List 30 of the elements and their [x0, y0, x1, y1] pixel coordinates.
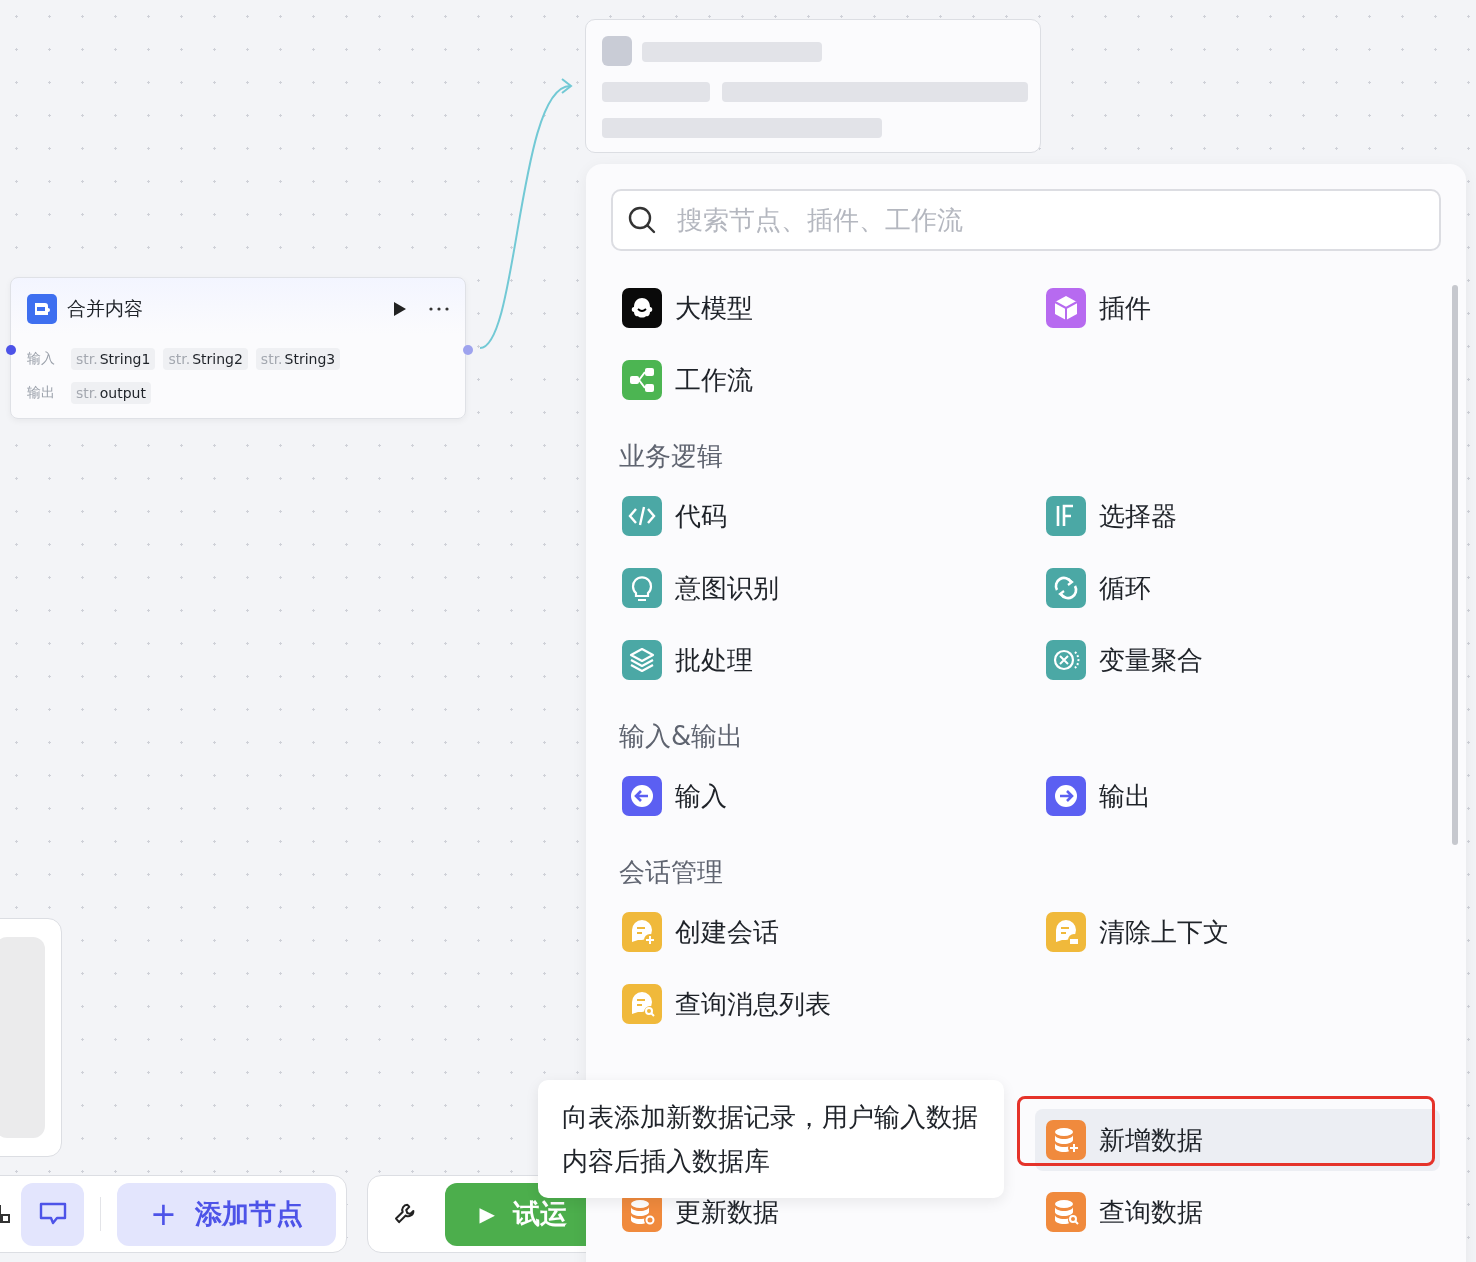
- variable-tag: str.output: [71, 382, 151, 404]
- node-type-item[interactable]: 代码: [611, 485, 1035, 547]
- node-type-item[interactable]: 新增数据: [1035, 1109, 1440, 1171]
- node-type-item[interactable]: 清除上下文: [1035, 901, 1440, 963]
- node-type-item[interactable]: 查询消息列表: [611, 973, 1035, 1035]
- add-node-button[interactable]: + 添加节点: [117, 1182, 336, 1246]
- search-field[interactable]: 搜索节点、插件、工作流: [611, 189, 1441, 251]
- section-title: 会话管理: [618, 856, 724, 889]
- variable-tag: str.String1: [71, 348, 156, 370]
- variable-tag: str.String3: [255, 348, 341, 370]
- node-type-item[interactable]: 循环: [1035, 557, 1440, 619]
- node-type-item[interactable]: 大模型: [611, 277, 1035, 339]
- node-type-item[interactable]: 插件: [1035, 277, 1440, 339]
- node-type-item[interactable]: 意图识别: [611, 557, 1035, 619]
- node-type-item[interactable]: 选择器: [1035, 485, 1440, 547]
- node-title: 合并内容: [67, 296, 144, 321]
- node-type-item[interactable]: 查询数据: [1035, 1181, 1440, 1243]
- outputs-label: 输出: [27, 384, 56, 402]
- node-type-item[interactable]: 批处理: [611, 629, 1035, 691]
- node-type-item[interactable]: 工作流: [611, 349, 1035, 411]
- node-card[interactable]: 合并内容 输入 str.String1 str.String2 str.String3 输出 str.output: [10, 277, 466, 419]
- section-title: 业务逻辑: [618, 440, 724, 473]
- node-type-item[interactable]: 输入: [611, 765, 1035, 827]
- node-type-item[interactable]: 创建会话: [611, 901, 1035, 963]
- variable-tag: str.String2: [163, 348, 248, 370]
- node-type-item[interactable]: 输出: [1035, 765, 1440, 827]
- tooltip: 向表添加新数据记录，用户输入数据内容后插入数据库: [538, 1080, 1004, 1198]
- section-title: 输入&输出: [618, 720, 745, 753]
- inputs-label: 输入: [27, 350, 56, 368]
- node-type-item[interactable]: 变量聚合: [1035, 629, 1440, 691]
